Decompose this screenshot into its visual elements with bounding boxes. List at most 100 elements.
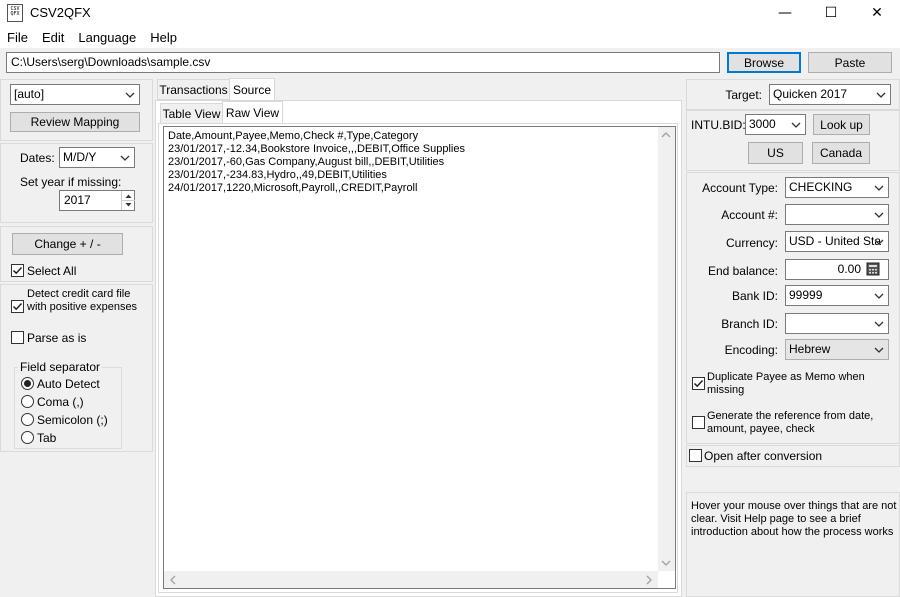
year-spinner-arrows[interactable] (121, 191, 135, 210)
separator-auto-label[interactable]: Auto Detect (37, 377, 100, 391)
currency-select[interactable]: USD - United Sta (785, 231, 889, 252)
menu-bar: File Edit Language Help (0, 26, 900, 48)
generate-reference-checkbox[interactable] (692, 416, 705, 429)
mapping-select[interactable]: [auto] (10, 84, 140, 105)
scroll-up-icon[interactable] (661, 131, 671, 139)
encoding-select[interactable]: Hebrew (785, 339, 889, 360)
checkmark-icon (12, 302, 23, 311)
generate-reference-label[interactable]: Generate the reference from date, amount… (707, 410, 891, 436)
intu-bid-label: INTU.BID: (691, 118, 746, 132)
browse-button[interactable]: Browse (727, 52, 801, 73)
bank-id-label: Bank ID: (731, 289, 778, 303)
target-select[interactable]: Quicken 2017 (769, 84, 891, 105)
chevron-down-icon (874, 212, 884, 218)
app-icon: CSV QFX (7, 4, 23, 22)
maximize-button[interactable]: ☐ (808, 0, 854, 26)
vertical-scrollbar[interactable] (658, 127, 675, 571)
parse-as-is-label[interactable]: Parse as is (27, 331, 86, 345)
detect-credit-label[interactable]: Detect credit card file with positive ex… (27, 288, 149, 314)
horizontal-scrollbar[interactable] (164, 571, 658, 588)
close-button[interactable]: ✕ (854, 0, 900, 26)
separator-coma-radio[interactable] (21, 395, 34, 408)
account-type-value: CHECKING (789, 180, 853, 194)
source-line: 23/01/2017,-234.83,Hydro,,49,DEBIT,Utili… (168, 169, 387, 181)
source-line: 24/01/2017,1220,Microsoft,Payroll,,CREDI… (168, 182, 418, 194)
source-line: Date,Amount,Payee,Memo,Check #,Type,Cate… (168, 130, 419, 142)
source-line: 23/01/2017,-12.34,Bookstore Invoice,,,DE… (168, 143, 465, 155)
scroll-down-icon[interactable] (661, 559, 671, 567)
source-text-area[interactable]: Date,Amount,Payee,Memo,Check #,Type,Cate… (163, 126, 676, 589)
select-all-checkbox[interactable] (11, 264, 24, 277)
duplicate-payee-checkbox[interactable] (692, 377, 705, 390)
end-balance-value: 0.00 (837, 262, 861, 276)
separator-semicolon-radio[interactable] (21, 413, 34, 426)
parse-as-is-checkbox[interactable] (11, 331, 24, 344)
window-title: CSV2QFX (30, 5, 91, 20)
canada-button[interactable]: Canada (812, 142, 870, 164)
minimize-button[interactable]: — (762, 0, 808, 26)
currency-value: USD - United Sta (789, 234, 882, 248)
end-balance-label: End balance: (707, 264, 778, 278)
paste-button[interactable]: Paste (808, 52, 892, 73)
chevron-down-icon (125, 92, 135, 98)
separator-semicolon-label[interactable]: Semicolon (;) (37, 413, 108, 427)
field-separator-label: Field separator (18, 360, 103, 374)
change-sign-button[interactable]: Change + / - (12, 233, 123, 255)
bank-id-select[interactable]: 99999 (785, 285, 889, 306)
chevron-down-icon (874, 321, 884, 327)
tab-table-view[interactable]: Table View (160, 103, 223, 124)
open-after-checkbox[interactable] (689, 449, 702, 462)
chevron-down-icon (874, 239, 884, 245)
intu-bid-select[interactable]: 3000 (745, 114, 806, 135)
menu-language[interactable]: Language (71, 30, 143, 45)
tab-raw-view[interactable]: Raw View (222, 101, 283, 124)
branch-id-label: Branch ID: (721, 317, 778, 331)
chevron-down-icon (876, 92, 886, 98)
hint-text: Hover your mouse over things that are no… (691, 500, 897, 538)
chevron-down-icon (874, 293, 884, 299)
separator-tab-label[interactable]: Tab (37, 431, 56, 445)
intu-bid-value: 3000 (749, 117, 776, 131)
menu-file[interactable]: File (0, 30, 35, 45)
us-button[interactable]: US (748, 142, 803, 164)
source-line: 23/01/2017,-60,Gas Company,August bill,,… (168, 156, 445, 168)
account-type-label: Account Type: (702, 181, 778, 195)
look-up-button[interactable]: Look up (813, 114, 870, 135)
minimize-icon: — (778, 5, 792, 21)
account-number-label: Account #: (721, 208, 778, 222)
detect-credit-checkbox[interactable] (11, 300, 24, 313)
close-icon: ✕ (871, 5, 883, 21)
open-after-label[interactable]: Open after conversion (704, 449, 822, 463)
dates-format-select[interactable]: M/D/Y (59, 147, 135, 168)
separator-tab-radio[interactable] (21, 431, 34, 444)
separator-coma-label[interactable]: Coma (,) (37, 395, 84, 409)
target-value: Quicken 2017 (773, 87, 848, 101)
scroll-left-icon[interactable] (169, 575, 177, 585)
encoding-label: Encoding: (724, 343, 778, 357)
bank-id-value: 99999 (789, 288, 823, 302)
menu-edit[interactable]: Edit (35, 30, 71, 45)
mapping-select-value: [auto] (14, 87, 45, 101)
tab-source[interactable]: Source (229, 78, 275, 101)
account-type-select[interactable]: CHECKING (785, 177, 889, 198)
review-mapping-button[interactable]: Review Mapping (10, 112, 140, 132)
scroll-right-icon[interactable] (645, 575, 653, 585)
chevron-down-icon (874, 185, 884, 191)
select-all-label[interactable]: Select All (27, 264, 76, 278)
tab-transactions[interactable]: Transactions (157, 79, 230, 100)
chevron-down-icon (874, 347, 884, 353)
calculator-icon[interactable] (866, 262, 880, 276)
maximize-icon: ☐ (824, 5, 838, 21)
dates-format-value: M/D/Y (63, 150, 97, 164)
duplicate-payee-label[interactable]: Duplicate Payee as Memo when missing (707, 371, 887, 397)
dates-label: Dates: (20, 151, 55, 165)
target-label: Target: (725, 88, 762, 102)
file-path-input[interactable]: C:\Users\serg\Downloads\sample.csv (6, 52, 720, 73)
checkmark-icon (12, 266, 23, 275)
menu-help[interactable]: Help (143, 30, 184, 45)
branch-id-select[interactable] (785, 313, 889, 334)
chevron-down-icon (120, 155, 130, 161)
separator-auto-radio[interactable] (21, 377, 34, 390)
account-number-select[interactable] (785, 204, 889, 225)
currency-label: Currency: (725, 236, 778, 250)
